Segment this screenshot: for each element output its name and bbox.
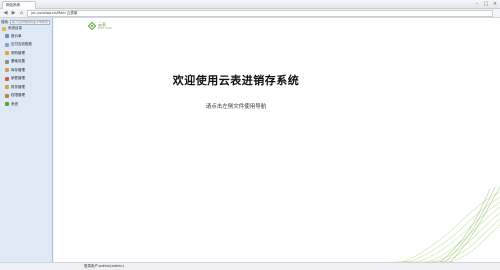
sidebar-item-label: 系统 bbox=[11, 101, 18, 106]
minimize-icon[interactable]: – bbox=[474, 1, 480, 7]
address-bar[interactable]: jxc.yunbiao.cn/Main 云表单 bbox=[27, 10, 493, 17]
navigation-hint: 请点击左侧文件使用导航 bbox=[205, 104, 267, 110]
sidebar-item-label: 基础设置 bbox=[11, 59, 25, 64]
sidebar-item-label: 采购管理 bbox=[11, 50, 25, 55]
cart-icon bbox=[5, 51, 9, 56]
sidebar-item-quotation[interactable]: 报价单 bbox=[5, 32, 51, 41]
tree-root-label: 系统目录 bbox=[8, 26, 22, 30]
window-controls: – □ × bbox=[474, 1, 498, 7]
welcome-title: 欢迎使用云表进销存系统 bbox=[172, 74, 300, 87]
sidebar-item-label: 库存管理 bbox=[11, 67, 25, 72]
logo: 云表 EASY STAR bbox=[88, 22, 112, 30]
system-icon bbox=[5, 102, 9, 107]
logo-tagline: EASY STAR bbox=[98, 26, 112, 30]
tab-strip: 网站系统 – □ × bbox=[0, 0, 500, 9]
navigation-bar: ◀ ▶ ⌂ jxc.yunbiao.cn/Main 云表单 bbox=[0, 9, 500, 18]
maximize-icon[interactable]: □ bbox=[483, 1, 489, 7]
sidebar-item-finance[interactable]: 财务管理 bbox=[5, 83, 51, 92]
sidebar-item-purchase[interactable]: 采购管理 bbox=[5, 49, 51, 58]
box-icon bbox=[5, 68, 9, 73]
decorative-swoosh bbox=[390, 187, 500, 262]
browser-window: 网站系统 – □ × ◀ ▶ ⌂ jxc.yunbiao.cn/Main 云表单… bbox=[0, 0, 500, 270]
sidebar-item-basic-settings[interactable]: 基础设置 bbox=[5, 58, 51, 67]
sidebar-tree: 报价单 应付应收账款 采购管理 基础设置 库存管理 销售管理 财务管理 权限管理… bbox=[5, 32, 51, 109]
home-icon[interactable]: ⌂ bbox=[18, 10, 25, 17]
sidebar-item-system[interactable]: 系统 bbox=[5, 100, 51, 109]
main-content: 云表 EASY STAR 欢迎使用云表进销存系统 请点击左侧文件使用导航 bbox=[54, 18, 500, 262]
sidebar-item-label: 财务管理 bbox=[11, 84, 25, 89]
coin-icon bbox=[5, 85, 9, 90]
search-label: 搜索 bbox=[1, 19, 8, 24]
key-icon bbox=[5, 93, 9, 98]
browser-tab[interactable]: 网站系统 bbox=[2, 1, 36, 9]
back-icon[interactable]: ◀ bbox=[2, 10, 9, 17]
search-input[interactable] bbox=[10, 19, 50, 25]
logo-text: 云表 EASY STAR bbox=[98, 22, 112, 30]
sidebar-item-label: 权限管理 bbox=[11, 93, 25, 98]
sidebar: 搜索 系统目录 报价单 应付应收账款 采购管理 基础设置 bbox=[0, 18, 53, 262]
sales-icon bbox=[5, 76, 9, 81]
forward-icon[interactable]: ▶ bbox=[10, 10, 17, 17]
sidebar-item-label: 销售管理 bbox=[11, 76, 25, 81]
logo-icon bbox=[88, 22, 96, 30]
ledger-icon bbox=[5, 42, 9, 47]
sidebar-item-label: 应付应收账款 bbox=[11, 42, 32, 47]
status-bar: 登录用户:admin(admin) bbox=[0, 262, 500, 270]
gear-icon bbox=[5, 59, 9, 64]
sidebar-item-sales[interactable]: 销售管理 bbox=[5, 75, 51, 84]
status-text: 登录用户:admin(admin) bbox=[84, 264, 124, 268]
folder-icon bbox=[2, 26, 6, 31]
document-icon bbox=[5, 34, 9, 39]
sidebar-item-permissions[interactable]: 权限管理 bbox=[5, 92, 51, 101]
close-icon[interactable]: × bbox=[492, 1, 498, 7]
sidebar-item-label: 报价单 bbox=[11, 33, 22, 38]
sidebar-item-inventory[interactable]: 库存管理 bbox=[5, 66, 51, 75]
sidebar-item-accounts[interactable]: 应付应收账款 bbox=[5, 41, 51, 50]
tree-root[interactable]: 系统目录 bbox=[2, 26, 22, 31]
sidebar-search: 搜索 bbox=[1, 19, 52, 25]
